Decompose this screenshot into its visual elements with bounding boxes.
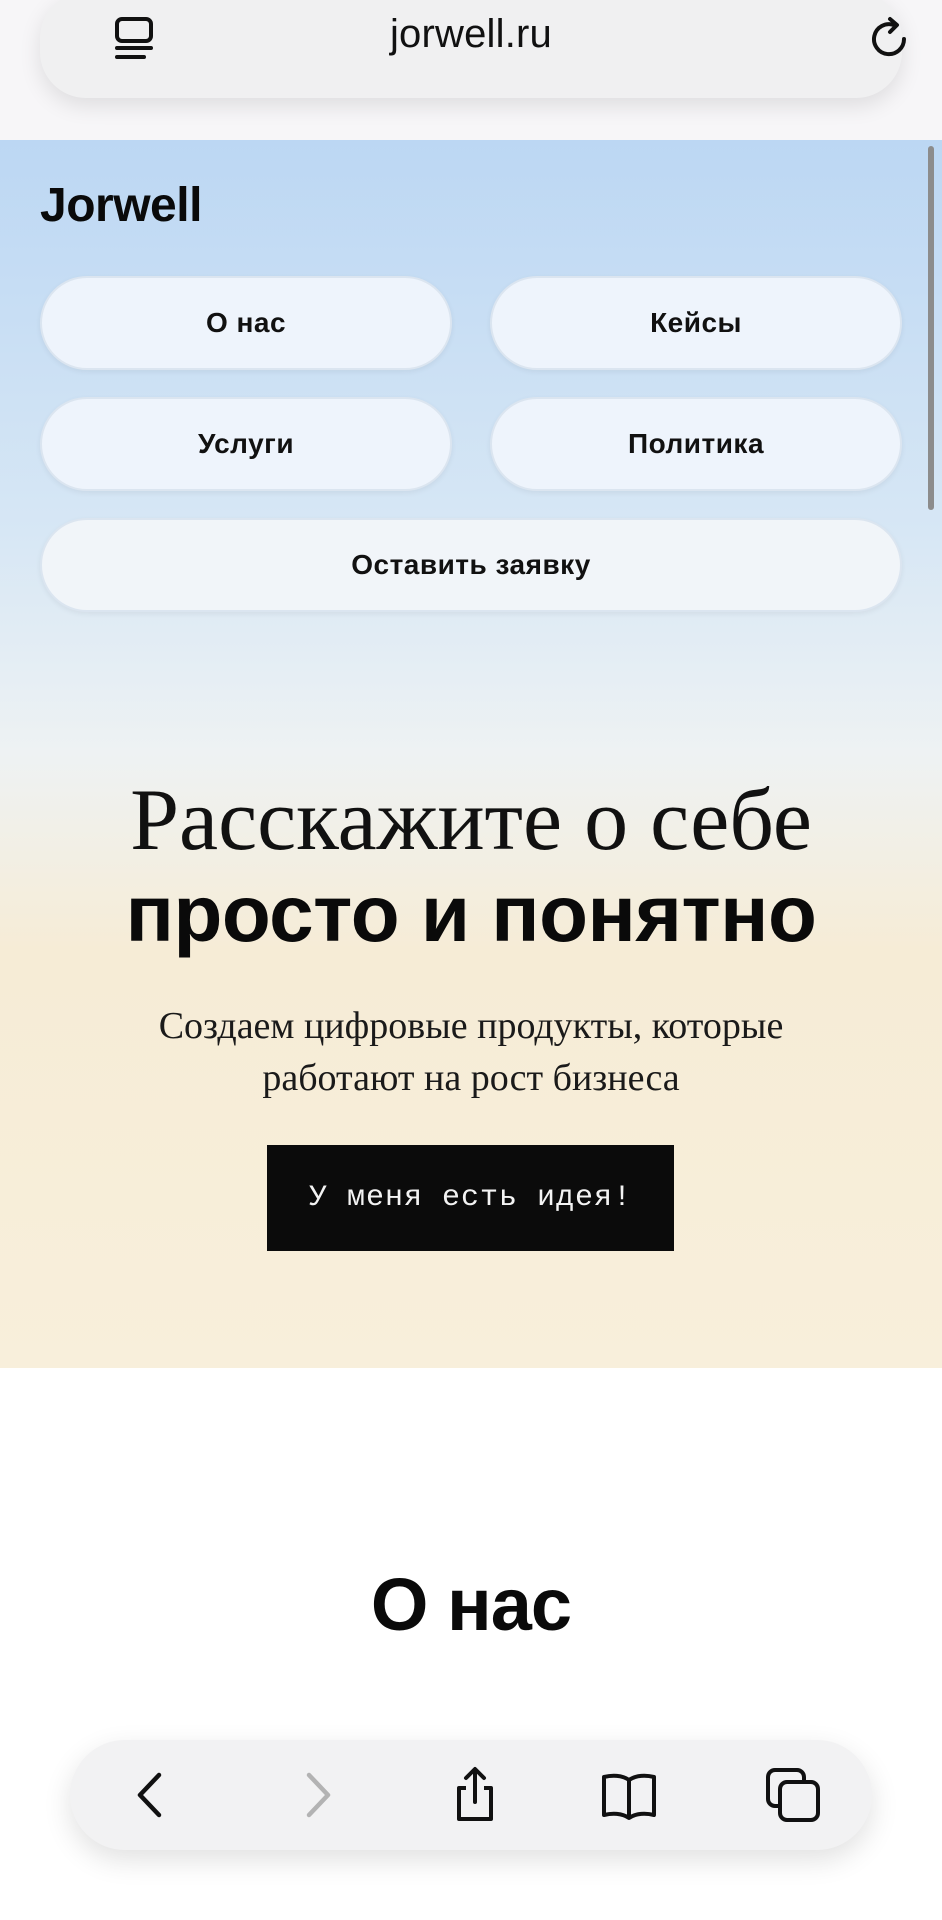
nav-cases-button[interactable]: Кейсы: [490, 276, 902, 370]
page: jorwell.ru Jorwell О нас Кейсы Услуги По…: [0, 0, 942, 1920]
nav-policy-button[interactable]: Политика: [490, 397, 902, 491]
reload-icon[interactable]: [866, 16, 912, 62]
idea-cta-button[interactable]: У меня есть идея!: [267, 1145, 674, 1251]
url-text[interactable]: jorwell.ru: [40, 12, 902, 57]
tabs-icon[interactable]: [764, 1766, 822, 1824]
share-icon[interactable]: [446, 1766, 504, 1824]
address-bar[interactable]: jorwell.ru: [40, 0, 907, 98]
browser-toolbar: [70, 1740, 872, 1850]
scrollbar[interactable]: [928, 146, 934, 510]
hero-subtitle-line2: работают на рост бизнеса: [262, 1057, 680, 1099]
back-icon[interactable]: [122, 1766, 180, 1824]
forward-icon[interactable]: [288, 1766, 346, 1824]
browser-top-area: jorwell.ru: [0, 0, 942, 140]
hero-title-line1: Расскажите о себе: [130, 772, 812, 869]
hero-subtitle: Создаем цифровые продукты, которые работ…: [0, 1000, 942, 1104]
bookmarks-icon[interactable]: [600, 1766, 658, 1824]
hero-subtitle-line1: Создаем цифровые продукты, которые: [158, 1005, 784, 1047]
hero-title-line2: просто и понятно: [125, 869, 817, 958]
nav-services-button[interactable]: Услуги: [40, 397, 452, 491]
site-logo[interactable]: Jorwell: [40, 178, 202, 233]
nav-request-button[interactable]: Оставить заявку: [40, 518, 902, 612]
nav-about-button[interactable]: О нас: [40, 276, 452, 370]
about-section-title: О нас: [370, 1563, 572, 1646]
